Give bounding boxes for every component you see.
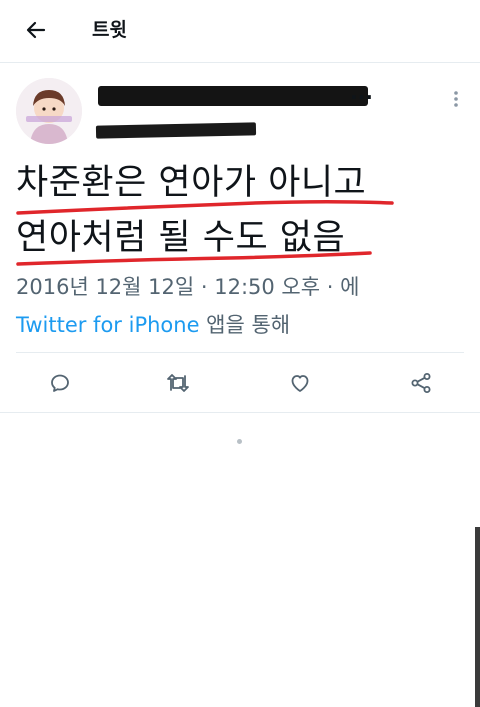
more-button[interactable] bbox=[448, 88, 464, 112]
reply-button[interactable] bbox=[42, 365, 78, 401]
actions-divider bbox=[0, 412, 480, 413]
back-button[interactable] bbox=[20, 14, 52, 46]
handle-redacted bbox=[95, 122, 257, 139]
loading-indicator bbox=[237, 439, 242, 444]
display-name-redacted bbox=[98, 86, 368, 106]
tweet-text-line: 연아처럼 될 수도 없음 bbox=[16, 218, 346, 258]
scrollbar[interactable] bbox=[475, 527, 480, 707]
page-title: 트윗 bbox=[92, 19, 127, 41]
tweet-timestamp[interactable]: 2016년 12월 12일 · 12:50 오후 · 에 bbox=[16, 268, 359, 306]
tweet-text-line: 차준환은 연아가 아니고 bbox=[16, 163, 367, 203]
avatar[interactable] bbox=[16, 78, 82, 144]
tweet-text: 차준환은 연아가 아니고 연아처럼 될 수도 없음 bbox=[16, 156, 466, 266]
like-button[interactable] bbox=[282, 365, 318, 401]
meta-divider bbox=[16, 352, 464, 353]
avatar-image bbox=[16, 78, 82, 144]
top-app-bar: 트윗 bbox=[0, 0, 480, 58]
more-vertical-icon bbox=[454, 91, 458, 107]
share-icon bbox=[411, 373, 431, 393]
retweet-button[interactable] bbox=[160, 365, 196, 401]
header-divider bbox=[0, 62, 480, 63]
display-name-ellipsis: ... bbox=[350, 80, 373, 104]
source-suffix: 앱을 통해 bbox=[199, 313, 291, 337]
reply-icon bbox=[51, 374, 69, 392]
heart-icon bbox=[291, 375, 309, 392]
source-app-link[interactable]: Twitter for iPhone bbox=[16, 313, 200, 337]
retweet-icon bbox=[167, 374, 189, 392]
share-button[interactable] bbox=[403, 365, 439, 401]
arrow-left-icon bbox=[26, 21, 46, 39]
tweet-source: Twitter for iPhone 앱을 통해 bbox=[16, 306, 290, 344]
